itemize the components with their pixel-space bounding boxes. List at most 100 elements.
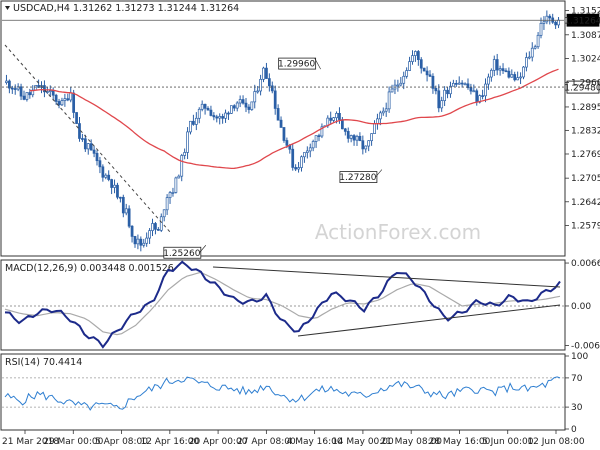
candle-body: [227, 112, 230, 115]
candle-body: [475, 90, 479, 103]
candle-body: [28, 92, 32, 96]
macd-layer: [2, 260, 564, 349]
candle-body: [259, 78, 262, 92]
candle-body: [469, 87, 473, 92]
candle-body: [367, 140, 371, 147]
candle-body: [373, 123, 376, 134]
y-tick-label: 1.29600: [571, 79, 600, 89]
candle-body: [484, 83, 487, 97]
candle-body: [308, 147, 312, 152]
candle-body: [343, 128, 347, 132]
candle-body: [69, 92, 73, 101]
candle-body: [151, 223, 154, 231]
candle-body: [180, 155, 184, 177]
candle-body: [86, 143, 90, 150]
candle-body: [314, 135, 318, 142]
candle-body: [189, 120, 192, 133]
candle-body: [101, 166, 105, 178]
candle-body: [276, 108, 280, 121]
candle-body: [533, 46, 537, 49]
candle-body: [431, 75, 435, 89]
candle-body: [495, 59, 499, 71]
candle-body: [34, 85, 38, 91]
candle-body: [291, 148, 295, 168]
candle-body: [66, 98, 70, 101]
candle-body: [174, 177, 178, 193]
candle-body: [57, 101, 61, 106]
candle-body: [224, 112, 227, 119]
candle-body: [501, 68, 505, 72]
candle-body: [110, 179, 113, 188]
candle-body: [192, 120, 195, 125]
candle-body: [22, 95, 26, 100]
candle-body: [557, 19, 560, 26]
candle-body: [253, 91, 257, 103]
candle-body: [370, 133, 373, 142]
candle-body: [107, 174, 111, 180]
candle-body: [463, 83, 467, 86]
rsi-layer: [2, 376, 564, 411]
candle-body: [419, 59, 423, 69]
candle-body: [504, 70, 508, 73]
axes-layer: 1.294801.312641.315201.308751.302451.296…: [2, 7, 600, 447]
y-tick-label: 1.31520: [571, 7, 600, 17]
candle-body: [136, 238, 140, 245]
candle-body: [238, 99, 242, 104]
candle-body: [361, 140, 365, 150]
candle-body: [19, 86, 23, 97]
candle-body: [127, 208, 131, 227]
candle-body: [335, 112, 338, 119]
candle-body: [355, 135, 359, 141]
candle-body: [457, 82, 461, 85]
candle-body: [72, 92, 76, 113]
candle-body: [194, 117, 198, 125]
rsi-line: [4, 376, 561, 411]
candle-body: [545, 15, 549, 23]
macd-y-tick-label: -0.006114: [571, 342, 600, 352]
candle-body: [378, 112, 382, 120]
moving-average-line: [29, 68, 559, 170]
candle-body: [285, 140, 289, 146]
x-tick-label: 12 Jun 08:00: [527, 437, 584, 447]
macd-y-tick-label: 0.00: [571, 302, 591, 312]
annotation-label: 1.29960: [278, 60, 315, 70]
candle-body: [519, 76, 522, 79]
candle-body: [311, 141, 315, 149]
candle-body: [232, 105, 236, 109]
dropdown-icon[interactable]: [5, 6, 10, 10]
candle-body: [428, 74, 432, 77]
candle-body: [303, 152, 306, 158]
candle-body: [10, 87, 14, 90]
candle-body: [168, 192, 172, 199]
candle-body: [408, 61, 411, 71]
candle-body: [206, 107, 210, 111]
rsi-y-tick-label: 70: [571, 374, 583, 384]
candle-body: [297, 167, 300, 170]
candle-body: [230, 105, 233, 114]
candle-body: [273, 90, 277, 109]
candle-body: [387, 91, 391, 110]
candle-body: [89, 143, 93, 151]
candle-body: [256, 90, 260, 93]
candle-body: [452, 83, 455, 87]
candle-body: [414, 51, 417, 56]
candle-body: [329, 117, 333, 121]
candle-body: [121, 196, 125, 214]
candle-body: [148, 230, 151, 239]
candle-body: [142, 242, 146, 246]
chart-stage: ActionForex.com USDCAD,H4 1.31262 1.3127…: [0, 0, 600, 450]
candle-body: [119, 196, 122, 199]
candle-body: [300, 156, 303, 168]
candle-body: [396, 84, 400, 87]
y-tick-label: 1.30875: [571, 31, 600, 41]
macd-lower-trendline: [297, 304, 561, 337]
y-tick-label: 1.28950: [571, 103, 600, 113]
candle-body: [235, 102, 239, 109]
candle-body: [162, 209, 166, 218]
candle-body: [530, 47, 534, 58]
candle-body: [218, 116, 222, 119]
candle-body: [92, 149, 96, 154]
candle-body: [98, 160, 102, 168]
candle-body: [51, 90, 55, 96]
candle-body: [358, 135, 362, 142]
